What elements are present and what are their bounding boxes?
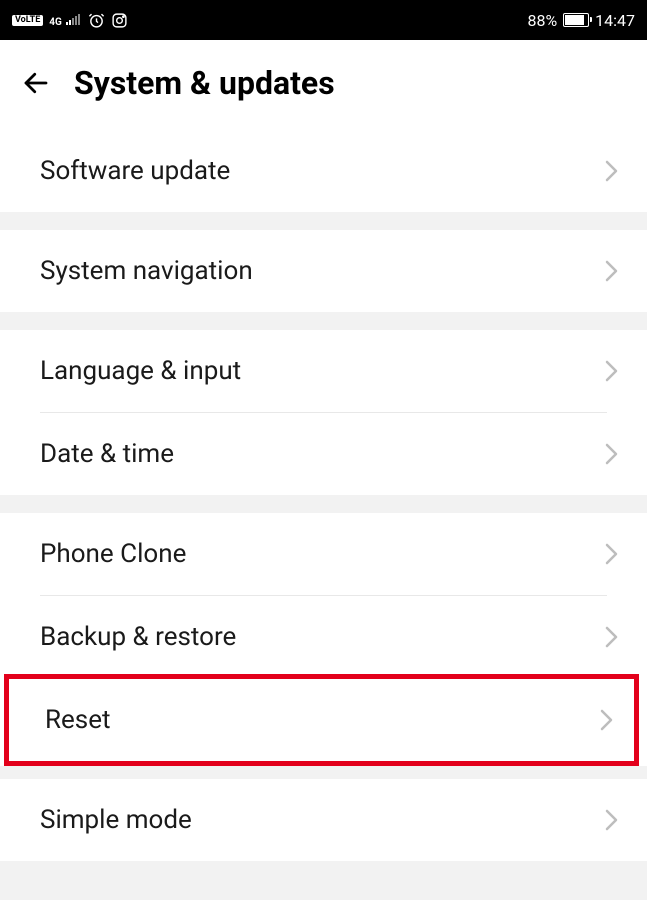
settings-item-backup-restore[interactable]: Backup & restore [0, 596, 647, 678]
chevron-right-icon [605, 808, 619, 832]
settings-item-language-input[interactable]: Language & input [0, 330, 647, 412]
back-button[interactable] [20, 67, 52, 99]
settings-item-reset[interactable]: Reset [9, 679, 634, 761]
settings-item-phone-clone[interactable]: Phone Clone [0, 513, 647, 595]
settings-group: Phone Clone Backup & restore Reset [0, 513, 647, 766]
settings-item-label: Reset [45, 705, 111, 735]
settings-item-label: System navigation [40, 256, 253, 286]
status-bar: VoLTE 4G 88% [0, 0, 647, 40]
settings-item-system-navigation[interactable]: System navigation [0, 230, 647, 312]
settings-item-label: Simple mode [40, 805, 192, 835]
settings-item-label: Software update [40, 156, 230, 186]
chevron-right-icon [600, 708, 614, 732]
settings-item-label: Date & time [40, 439, 174, 469]
settings-group: Simple mode [0, 779, 647, 861]
page-title: System & updates [74, 64, 335, 102]
settings-group: Language & input Date & time [0, 330, 647, 495]
chevron-right-icon [605, 625, 619, 649]
settings-group: Software update [0, 130, 647, 212]
battery-percent: 88% [527, 11, 557, 30]
status-right: 88% 14:47 [527, 11, 635, 30]
network-indicator: 4G [49, 11, 81, 29]
chevron-right-icon [605, 442, 619, 466]
clock: 14:47 [595, 11, 635, 30]
chevron-right-icon [605, 542, 619, 566]
instagram-icon [111, 12, 128, 29]
back-arrow-icon [21, 68, 51, 98]
settings-item-label: Backup & restore [40, 622, 236, 652]
settings-item-label: Phone Clone [40, 539, 186, 569]
settings-item-date-time[interactable]: Date & time [0, 413, 647, 495]
status-left: VoLTE 4G [12, 11, 128, 29]
battery-icon [563, 13, 589, 27]
chevron-right-icon [605, 359, 619, 383]
settings-item-label: Language & input [40, 356, 241, 386]
header: System & updates [0, 40, 647, 130]
alarm-icon [88, 12, 105, 29]
chevron-right-icon [605, 259, 619, 283]
volte-badge: VoLTE [12, 15, 43, 26]
settings-item-simple-mode[interactable]: Simple mode [0, 779, 647, 861]
signal-bars-icon [66, 13, 82, 25]
chevron-right-icon [605, 159, 619, 183]
settings-group: System navigation [0, 230, 647, 312]
settings-item-software-update[interactable]: Software update [0, 130, 647, 212]
highlight-annotation: Reset [4, 674, 639, 766]
